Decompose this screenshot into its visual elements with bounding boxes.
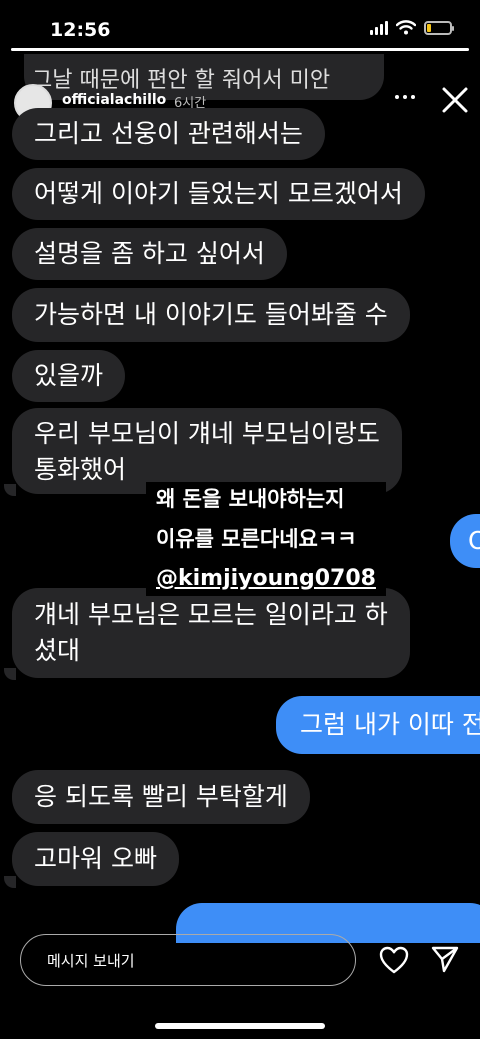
message-text: 그리고 선웅이 관련해서는 [34, 119, 303, 148]
sent-message-bubble: O [450, 514, 480, 568]
story-progress-fill [11, 48, 469, 51]
send-icon[interactable] [430, 944, 460, 974]
message-text: 응 되도록 빨리 부탁할게 [34, 782, 288, 811]
story-screen: 12:56 그날 때문에 편안 할 줘어서 미안 officialachillo… [0, 0, 480, 1039]
message-bubble: 어떻게 이야기 들었는지 모르겠어서 [12, 168, 425, 220]
sticker-mention[interactable]: @kimjiyoung0708 [146, 562, 386, 596]
signal-icon [370, 20, 388, 35]
message-input[interactable]: 메시지 보내기 [20, 934, 356, 986]
message-text: 걔네 부모님은 모르는 일이라고 하 [34, 600, 388, 629]
message-text: 셨대 [34, 636, 81, 665]
more-icon[interactable] [395, 95, 415, 99]
status-icons [370, 20, 454, 35]
close-icon[interactable] [440, 85, 470, 115]
bubble-tail [4, 668, 16, 680]
message-text: 고마워 오빠 [34, 844, 157, 873]
bubble-tail [4, 876, 16, 888]
message-text: O [468, 526, 480, 555]
message-text: 그럼 내가 이따 전 [300, 710, 480, 739]
bubble-tail [4, 484, 16, 496]
message-text: 있을까 [34, 361, 104, 390]
message-input-placeholder: 메시지 보내기 [47, 952, 135, 970]
heart-icon[interactable] [379, 946, 409, 974]
message-bubble: 그리고 선웅이 관련해서는 [12, 108, 325, 160]
battery-level [427, 23, 431, 32]
home-indicator[interactable] [155, 1023, 325, 1029]
message-text: 그날 때문에 편안 할 줘어서 미안 [32, 68, 331, 93]
story-progress-bar [11, 48, 469, 51]
battery-icon [424, 20, 454, 35]
message-text: 우리 부모님이 걔네 부모님이랑도 [34, 419, 380, 448]
wifi-icon [396, 20, 416, 35]
message-bubble: 고마워 오빠 [12, 832, 179, 886]
sticker-line: 왜 돈을 보내야하는지 [146, 482, 386, 516]
text-sticker: 왜 돈을 보내야하는지 이유를 모른다네요ㅋㅋ @kimjiyoung0708 [146, 482, 386, 602]
message-bubble: 응 되도록 빨리 부탁할게 [12, 770, 310, 824]
status-time: 12:56 [50, 19, 111, 41]
message-text: 가능하면 내 이야기도 들어봐줄 수 [34, 300, 388, 329]
message-bubble: 설명을 좀 하고 싶어서 [12, 228, 287, 280]
username[interactable]: officialachillo [62, 92, 166, 108]
message-bubble: 가능하면 내 이야기도 들어봐줄 수 [12, 288, 410, 342]
message-text: 어떻게 이야기 들었는지 모르겠어서 [34, 179, 403, 208]
message-text: 설명을 좀 하고 싶어서 [34, 239, 265, 268]
sticker-line: 이유를 모른다네요ㅋㅋ [146, 522, 386, 556]
message-bubble: 있을까 [12, 350, 126, 402]
sent-message-bubble: 그럼 내가 이따 전 [276, 696, 480, 754]
